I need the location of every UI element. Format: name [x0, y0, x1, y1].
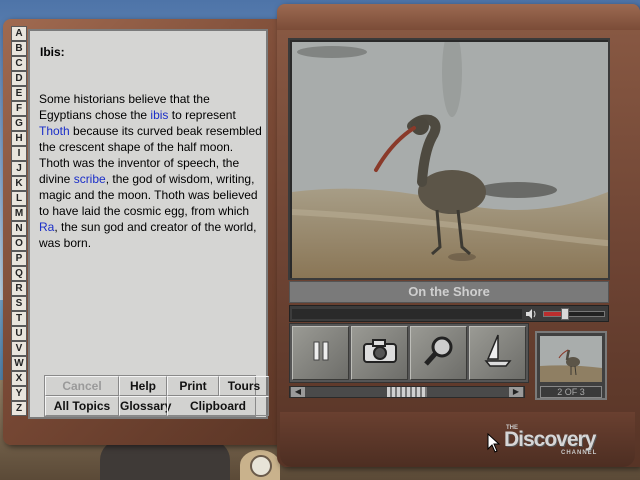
alphabet-letter-e[interactable]: E	[11, 86, 27, 101]
volume-fill	[544, 312, 561, 316]
pause-icon	[309, 339, 333, 368]
action-button-grid: Cancel Help Print Tours All Topics Gloss…	[44, 375, 269, 417]
video-player[interactable]	[292, 42, 608, 278]
alphabet-letter-u[interactable]: U	[11, 326, 27, 341]
scroll-thumb[interactable]	[387, 387, 427, 397]
alphabet-letter-v[interactable]: V	[11, 341, 27, 356]
alphabet-letter-s[interactable]: S	[11, 296, 27, 311]
all-topics-button[interactable]: All Topics	[45, 396, 119, 416]
help-button[interactable]: Help	[119, 376, 167, 396]
alphabet-letter-z[interactable]: Z	[11, 401, 27, 416]
media-thumbnail-panel: 2 OF 3	[535, 331, 607, 400]
article-panel: Ibis: Some historians believe that the E…	[28, 29, 269, 419]
alphabet-letter-p[interactable]: P	[11, 251, 27, 266]
alphabet-letter-n[interactable]: N	[11, 221, 27, 236]
playback-bar	[289, 305, 609, 322]
cancel-button[interactable]: Cancel	[45, 376, 119, 396]
alphabet-letter-f[interactable]: F	[11, 101, 27, 116]
media-control-bar	[289, 323, 529, 383]
alphabet-letter-c[interactable]: C	[11, 56, 27, 71]
alphabet-letter-l[interactable]: L	[11, 191, 27, 206]
alphabet-letter-i[interactable]: I	[11, 146, 27, 161]
alphabet-letter-t[interactable]: T	[11, 311, 27, 326]
viewer-top-lip	[277, 4, 640, 30]
zoom-button[interactable]	[410, 326, 467, 380]
video-caption: On the Shore	[289, 281, 609, 303]
alphabet-letter-m[interactable]: M	[11, 206, 27, 221]
alphabet-letter-q[interactable]: Q	[11, 266, 27, 281]
playback-progress-track[interactable]	[292, 309, 522, 319]
ibis-photo	[292, 42, 608, 278]
alphabet-letter-g[interactable]: G	[11, 116, 27, 131]
camera-icon	[362, 338, 398, 369]
article-title: Ibis:	[40, 45, 65, 59]
article-text: to represent	[168, 108, 236, 122]
alphabet-letter-r[interactable]: R	[11, 281, 27, 296]
alphabet-letter-k[interactable]: K	[11, 176, 27, 191]
sailboat-icon	[483, 333, 513, 374]
glossary-link[interactable]: Ra	[39, 220, 54, 234]
glossary-link[interactable]: ibis	[150, 108, 168, 122]
logo-channel: CHANNEL	[561, 450, 598, 456]
background-compass	[250, 455, 272, 477]
scroll-left-arrow-icon[interactable]: ◀	[291, 387, 305, 397]
logo-name: Discovery	[504, 428, 596, 451]
thumbnail-image[interactable]	[540, 336, 602, 382]
alphabet-letter-j[interactable]: J	[11, 161, 27, 176]
alphabet-letter-d[interactable]: D	[11, 71, 27, 86]
alphabet-letter-b[interactable]: B	[11, 41, 27, 56]
article-text: , the sun god and creator of the world, …	[39, 220, 257, 250]
glossary-button[interactable]: Glossary	[119, 396, 171, 416]
alphabet-letter-o[interactable]: O	[11, 236, 27, 251]
glossary-link[interactable]: scribe	[74, 172, 106, 186]
magnifier-icon	[422, 334, 456, 373]
pause-button[interactable]	[292, 326, 349, 380]
alphabet-letter-h[interactable]: H	[11, 131, 27, 146]
alphabet-letter-w[interactable]: W	[11, 356, 27, 371]
clipboard-button[interactable]: Clipboard	[167, 396, 269, 416]
media-page-indicator: 2 OF 3	[540, 386, 602, 398]
background-camera	[100, 440, 230, 480]
scroll-right-arrow-icon[interactable]: ▶	[509, 387, 523, 397]
video-frame	[288, 38, 610, 280]
tour-button[interactable]	[469, 326, 526, 380]
alphabet-letter-y[interactable]: Y	[11, 386, 27, 401]
volume-slider[interactable]	[543, 308, 605, 320]
tours-button[interactable]: Tours	[219, 376, 269, 396]
alphabet-index: ABCDEFGHIJKLMNOPQRSTUVWXYZ	[11, 26, 27, 416]
alphabet-letter-x[interactable]: X	[11, 371, 27, 386]
speaker-icon[interactable]	[525, 308, 537, 320]
glossary-link[interactable]: Thoth	[39, 124, 70, 138]
article-body: Some historians believe that the Egyptia…	[39, 91, 265, 251]
print-button[interactable]: Print	[167, 376, 219, 396]
mouse-cursor-icon	[487, 432, 501, 458]
alphabet-letter-a[interactable]: A	[11, 26, 27, 41]
media-scrollbar[interactable]: ◀ ▶	[289, 386, 525, 398]
volume-knob[interactable]	[561, 308, 569, 320]
snapshot-button[interactable]	[351, 326, 408, 380]
